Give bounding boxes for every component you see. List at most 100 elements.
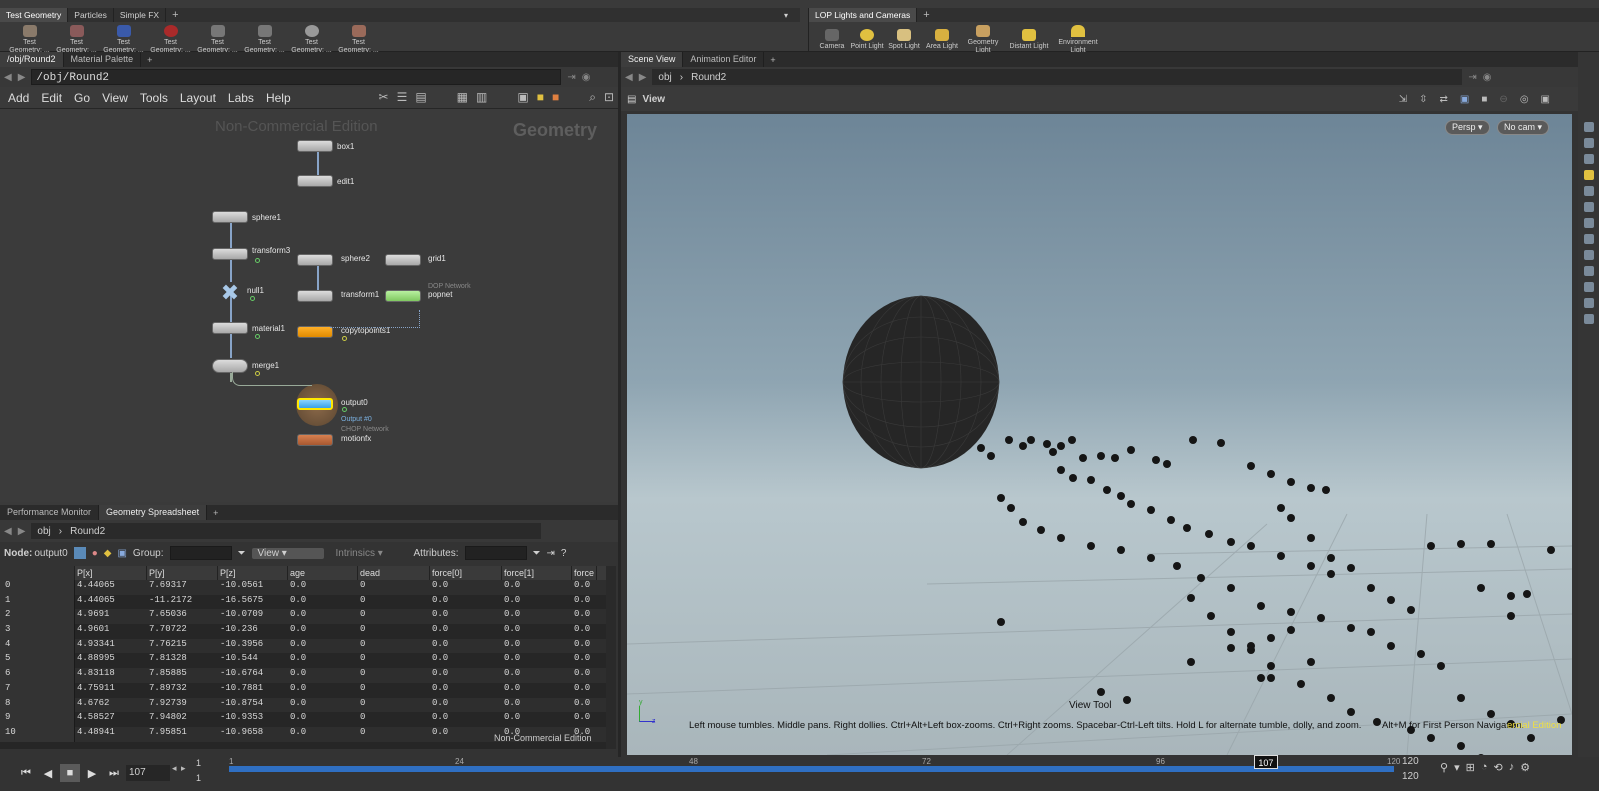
add-shelf-tab-button[interactable]: +: [166, 9, 184, 21]
shelf-tool-spot-light[interactable]: Spot Light: [885, 29, 923, 51]
pin-icon[interactable]: ⇥: [1468, 72, 1476, 83]
camera-button[interactable]: No cam ▾: [1497, 120, 1550, 135]
viewer-path[interactable]: obj › Round2: [652, 69, 1463, 85]
auto-key-icon[interactable]: ⊞: [1466, 761, 1475, 774]
node-material1[interactable]: [212, 322, 248, 334]
back-arrow-icon[interactable]: ◀: [4, 526, 12, 537]
table-row[interactable]: 2 4.9691 7.65036 -10.0709 0.0 0 0.0 0.0 0.0: [0, 609, 606, 625]
palette-icon[interactable]: ■: [552, 90, 559, 105]
shelf-tool-5[interactable]: Test Geometry: ...: [194, 25, 241, 55]
wrench-icon[interactable]: ✂: [379, 90, 389, 105]
vertices-icon[interactable]: ●: [92, 548, 98, 559]
settings-icon[interactable]: ⚙: [1520, 761, 1530, 774]
node-transform1[interactable]: [297, 290, 333, 302]
visibility-icon[interactable]: [1583, 282, 1594, 292]
start-frame-field-2[interactable]: 1: [196, 773, 201, 783]
tab-geometry-spreadsheet[interactable]: Geometry Spreadsheet: [99, 505, 208, 520]
add-pane-tab-button[interactable]: +: [764, 55, 781, 65]
node-grid1[interactable]: [385, 254, 421, 266]
shelf-tool-point-light[interactable]: Point Light: [849, 29, 885, 51]
add-pane-tab-button[interactable]: +: [207, 508, 224, 518]
primitives-icon[interactable]: ◆: [104, 548, 112, 559]
search-icon[interactable]: ⌕: [589, 90, 596, 105]
grid-icon[interactable]: [1583, 250, 1594, 260]
network-editor[interactable]: Non-Commercial Edition Geometry box1 edi…: [0, 110, 610, 490]
node-transform3[interactable]: [212, 248, 248, 260]
shelf-tool-3[interactable]: Test Geometry: ...: [100, 25, 147, 55]
detail-icon[interactable]: ▣: [117, 548, 126, 559]
node-null1[interactable]: ✖: [217, 282, 243, 304]
current-frame-marker[interactable]: 107: [1253, 755, 1278, 769]
table-row[interactable]: 9 4.58527 7.94802 -10.9353 0.0 0 0.0 0.0 0.0: [0, 712, 606, 727]
group-field[interactable]: [169, 546, 232, 560]
shelf-tool-environment-light[interactable]: Environment Light: [1053, 25, 1103, 55]
shelf-menu-arrow-icon[interactable]: ▾: [784, 11, 788, 20]
forward-arrow-icon[interactable]: ▶: [639, 72, 647, 83]
table-row[interactable]: 1 4.44065 -11.2172 -16.5675 0.0 0 0.0 0.0 0.0: [0, 594, 606, 610]
add-pane-tab-button[interactable]: +: [141, 55, 158, 65]
tab-animation-editor[interactable]: Animation Editor: [683, 52, 765, 67]
menu-tools[interactable]: Tools: [140, 91, 168, 105]
end-frame-field[interactable]: 120: [1402, 756, 1419, 767]
camera-icon[interactable]: [1583, 154, 1594, 164]
menu-edit[interactable]: Edit: [41, 91, 62, 105]
dropdown-icon[interactable]: ▾: [1454, 761, 1460, 774]
table-row[interactable]: 3 4.9601 7.70722 -10.236 0.0 0 0.0 0.0 0.0: [0, 624, 606, 639]
shelf-tool-4[interactable]: Test Geometry: ...: [147, 25, 194, 55]
cycle-icon[interactable]: ⇄: [1440, 94, 1448, 105]
play-icon[interactable]: ▶: [82, 764, 102, 782]
tab-scene-view[interactable]: Scene View: [621, 52, 684, 67]
shelf-tool-camera[interactable]: Camera: [815, 29, 849, 51]
link-icon[interactable]: ◉: [1483, 72, 1492, 83]
play-reverse-icon[interactable]: ◀: [38, 764, 58, 782]
handle-icon[interactable]: ⇳: [1419, 94, 1427, 105]
snap-icon[interactable]: ⇲: [1399, 94, 1407, 105]
3d-viewport[interactable]: Persp ▾ No cam ▾ View Tool Left mouse tu…: [627, 114, 1572, 755]
table-row[interactable]: 7 4.75911 7.89732 -10.7881 0.0 0 0.0 0.0 0.0: [0, 682, 606, 698]
table-scrollbar[interactable]: [606, 566, 616, 749]
shelf-tool-6[interactable]: Test Geometry: ...: [241, 25, 288, 55]
menu-view[interactable]: View: [102, 91, 128, 105]
shelf-tool-7[interactable]: Test Geometry: ...: [288, 25, 335, 55]
pin-icon[interactable]: ⇥: [567, 72, 575, 83]
table-row[interactable]: 8 4.6762 7.92739 -10.8754 0.0 0 0.0 0.0 0.0: [0, 697, 606, 713]
light-icon[interactable]: [1583, 170, 1594, 180]
note-icon[interactable]: ■: [537, 90, 544, 105]
node-popnet[interactable]: [385, 290, 421, 302]
forward-arrow-icon[interactable]: ▶: [18, 72, 26, 83]
filter-icon[interactable]: ⏷: [533, 548, 541, 559]
tab-network[interactable]: /obj/Round2: [0, 52, 64, 67]
shelf-tool-distant-light[interactable]: Distant Light: [1005, 29, 1053, 51]
menu-labs[interactable]: Labs: [228, 91, 254, 105]
background-icon[interactable]: [1583, 298, 1594, 308]
forward-arrow-icon[interactable]: ▶: [18, 526, 26, 537]
table-row[interactable]: 5 4.88995 7.81328 -10.544 0.0 0 0.0 0.0 0.0: [0, 653, 606, 669]
end-frame-field-2[interactable]: 120: [1402, 771, 1419, 782]
table-row[interactable]: 6 4.83118 7.85885 -10.6764 0.0 0 0.0 0.0 0.0: [0, 668, 606, 683]
node-sphere2[interactable]: [297, 254, 333, 266]
shelf-tab-test-geometry[interactable]: Test Geometry: [0, 8, 69, 22]
menu-layout[interactable]: Layout: [180, 91, 216, 105]
persp-button[interactable]: Persp ▾: [1445, 120, 1490, 135]
back-arrow-icon[interactable]: ◀: [625, 72, 633, 83]
points-icon[interactable]: [1583, 218, 1594, 228]
table-row[interactable]: 4 4.93341 7.76215 -10.3956 0.0 0 0.0 0.0 0.0: [0, 638, 606, 654]
intrinsics-dropdown[interactable]: Intrinsics ▾: [330, 548, 408, 559]
display-options-icon[interactable]: [1583, 122, 1594, 132]
tab-performance-monitor[interactable]: Performance Monitor: [0, 505, 100, 520]
spreadsheet-path[interactable]: obj › Round2: [31, 523, 542, 539]
step-back-icon[interactable]: ◂: [172, 763, 177, 774]
wireframe-icon[interactable]: [1583, 202, 1594, 212]
view-menu-icon[interactable]: ▤: [627, 94, 636, 105]
disabled-icon[interactable]: ⊖: [1499, 94, 1507, 105]
node-box1[interactable]: [297, 140, 333, 152]
scope-icon[interactable]: ⟲: [1493, 761, 1502, 774]
timeline-track[interactable]: 107 1 24 48 72 96 120: [229, 755, 1400, 772]
frame-icon[interactable]: ⊡: [604, 90, 614, 105]
node-output0[interactable]: [297, 398, 333, 410]
list-icon[interactable]: ▤: [415, 90, 426, 105]
image-icon[interactable]: ▣: [517, 90, 528, 105]
shelf-tab-lop-lights[interactable]: LOP Lights and Cameras: [809, 8, 918, 22]
tree-icon[interactable]: ☰: [397, 90, 408, 105]
node-edit1[interactable]: [297, 175, 333, 187]
